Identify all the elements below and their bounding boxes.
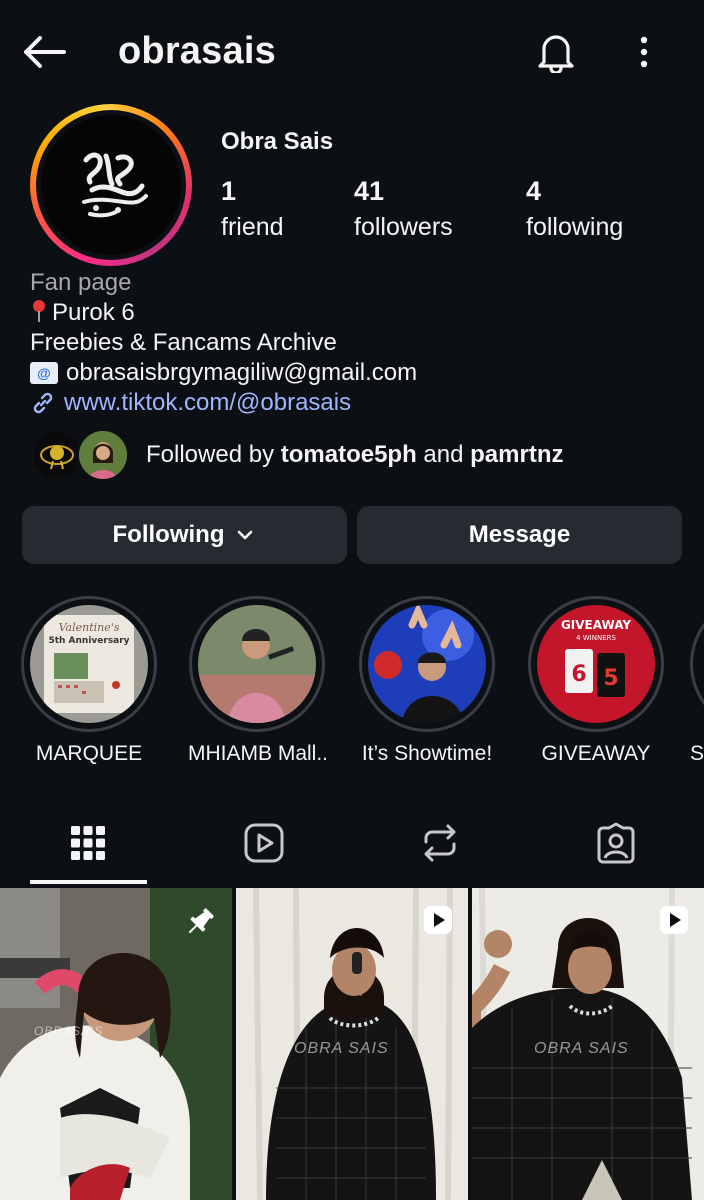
stat-followers[interactable]: 41 followers [354, 176, 453, 242]
pin-icon [188, 908, 214, 934]
highlight-item[interactable]: It’s Showtime! [358, 596, 496, 766]
highlight-item[interactable]: GIVEAWAY 4 WINNERS 6 5 GIVEAWAY [527, 596, 665, 766]
post-thumbnail[interactable]: OBRASAIS [0, 888, 232, 1200]
reels-play-icon [244, 823, 284, 863]
graffiti-logo-icon [41, 115, 181, 255]
username-title: obrasais [118, 30, 276, 72]
highlight-label: MHIAMB Mall... [188, 742, 326, 765]
highlight-cover-title: Valentine's [59, 621, 120, 634]
highlight-label: MARQUEE [35, 742, 143, 765]
profile-bio: Fan page Purok 6 Freebies & Fancams Arch… [30, 268, 690, 418]
post-watermark: OBRASAIS [34, 1024, 104, 1038]
tab-reels[interactable] [205, 800, 323, 886]
stat-value: 1 [221, 176, 237, 206]
highlight-label: GIVEAWAY [541, 742, 651, 765]
tab-reposts[interactable] [381, 800, 499, 886]
stat-label: following [526, 213, 624, 241]
highlight-cover [368, 605, 486, 723]
mutual-avatar [76, 428, 130, 482]
bio-description: Freebies & Fancams Archive [30, 329, 337, 356]
highlight-cover: Valentine's 5th Anniversary [30, 605, 148, 723]
repost-icon [424, 824, 456, 862]
story-highlights: Valentine's 5th Anniversary MARQUEE MHIA… [0, 596, 704, 776]
bio-location: Purok 6 [30, 298, 690, 328]
profile-avatar[interactable] [30, 104, 192, 266]
highlight-cover-subtitle: 5th Anniversary [48, 636, 129, 646]
mutual-username[interactable]: pamrtnz [470, 441, 563, 468]
stat-label: friend [221, 213, 284, 241]
profile-category: Fan page [30, 269, 132, 296]
highlight-cover-number: 5 [603, 666, 618, 691]
profile-link[interactable]: www.tiktok.com/@obrasais [30, 388, 690, 418]
stat-following[interactable]: 4 following [526, 176, 623, 242]
link-icon [33, 392, 53, 414]
post-thumbnail[interactable]: OBRA SAIS [472, 888, 704, 1200]
stat-label: followers [354, 213, 453, 241]
post-watermark: OBRA SAIS [534, 1040, 629, 1057]
tab-posts[interactable] [29, 800, 147, 886]
highlight-label: It’s Showtime! [361, 742, 493, 765]
email-text: obrasaisbrgymagiliw@gmail.com [66, 359, 418, 386]
stat-value: 41 [354, 176, 385, 206]
location-pin-icon [33, 300, 45, 322]
mutual-username[interactable]: tomatoe5ph [281, 441, 417, 468]
message-label: Message [468, 521, 571, 548]
email-icon: @ [30, 362, 58, 384]
highlight-item[interactable]: MHIAMB Mall... [188, 596, 326, 766]
following-button[interactable]: Following [22, 506, 347, 564]
highlight-cover [198, 605, 316, 723]
highlight-cover-subtitle: 4 WINNERS [576, 634, 616, 642]
posts-grid: OBRASAIS OBRA SAIS OBRA SAIS [0, 888, 704, 1200]
reel-icon [660, 906, 688, 934]
back-arrow-icon[interactable] [22, 32, 66, 72]
bio-email[interactable]: @ obrasaisbrgymagiliw@gmail.com [30, 358, 690, 388]
profile-page: obrasais Obra Sais 1 friend 41 followers [0, 0, 704, 1200]
following-label: Following [112, 521, 225, 548]
highlight-cover-title: GIVEAWAY [561, 618, 631, 632]
post-thumbnail[interactable]: OBRA SAIS [236, 888, 468, 1200]
chevron-down-icon [238, 530, 253, 540]
more-options-icon[interactable] [630, 30, 658, 74]
highlight-cover-number: 6 [571, 662, 586, 687]
notification-bell-icon[interactable] [534, 30, 578, 74]
tab-tagged[interactable] [557, 800, 675, 886]
grid-icon [71, 826, 105, 860]
stat-friends[interactable]: 1 friend [221, 176, 284, 242]
profile-display-name: Obra Sais [221, 128, 334, 155]
highlight-label: SI [690, 742, 704, 765]
highlight-item[interactable]: SI [690, 596, 704, 766]
active-tab-indicator [30, 880, 147, 884]
tagged-person-icon [597, 822, 635, 864]
reel-icon [424, 906, 452, 934]
highlight-cover: GIVEAWAY 4 WINNERS 6 5 [537, 605, 655, 723]
stat-value: 4 [526, 176, 542, 206]
highlight-item[interactable]: Valentine's 5th Anniversary MARQUEE [20, 596, 158, 766]
followed-prefix: Followed by [146, 441, 281, 468]
followed-joiner: and [416, 441, 471, 468]
followed-by-text: Followed by tomatoe5ph and pamrtnz [146, 441, 563, 469]
post-watermark: OBRA SAIS [294, 1040, 389, 1057]
top-bar: obrasais [0, 0, 704, 104]
location-text: Purok 6 [52, 299, 135, 326]
link-text: www.tiktok.com/@obrasais [64, 389, 352, 416]
profile-tabs [0, 800, 704, 886]
followed-by[interactable]: Followed by tomatoe5ph and pamrtnz [30, 426, 563, 484]
message-button[interactable]: Message [357, 506, 682, 564]
